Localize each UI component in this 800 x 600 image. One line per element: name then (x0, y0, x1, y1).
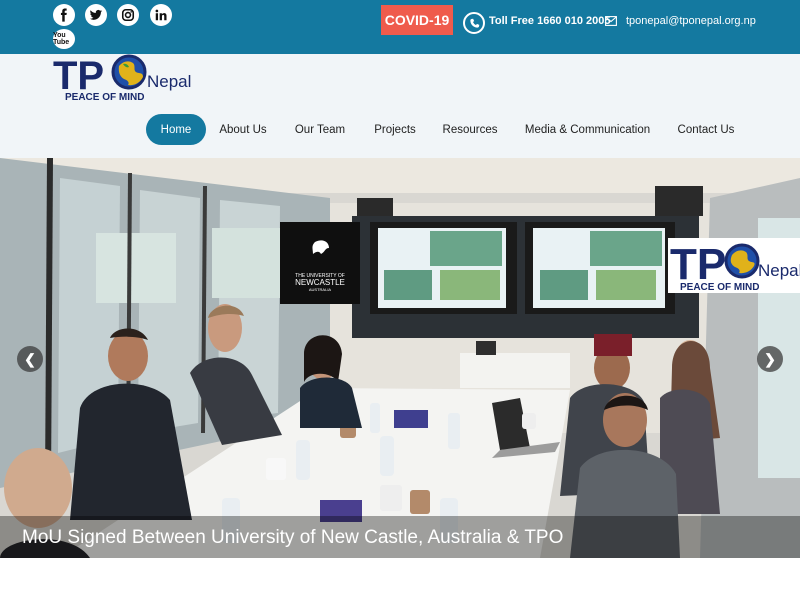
slider-next-arrow[interactable]: ❯ (757, 346, 783, 372)
photo-logo-nepal: Nepal (758, 261, 800, 280)
mail-icon (605, 16, 617, 26)
nav-media-communication[interactable]: Media & Communication (522, 114, 653, 145)
toll-free-number[interactable]: Toll Free 1660 010 2005 (489, 15, 611, 27)
logo-tagline: PEACE OF MIND (65, 92, 144, 103)
email-link[interactable]: tponepal@tponepal.org.np (626, 15, 756, 27)
slider-prev-arrow[interactable]: ❮ (17, 346, 43, 372)
twitter-icon[interactable] (85, 4, 107, 26)
covid-button[interactable]: COVID-19 (381, 5, 453, 35)
youtube-label: You Tube (53, 32, 70, 46)
university-sign-line3: AUSTRALIA (309, 287, 332, 292)
nav-projects[interactable]: Projects (372, 114, 418, 145)
nav-our-team[interactable]: Our Team (291, 114, 349, 145)
facebook-icon[interactable] (53, 4, 75, 26)
linkedin-icon[interactable] (150, 4, 172, 26)
page-bottom (0, 558, 800, 600)
photo-logo-tagline: PEACE OF MIND (680, 282, 759, 293)
hero-photo: THE UNIVERSITY OF NEWCASTLE AUSTRALIA TP… (0, 158, 800, 558)
nav-home[interactable]: Home (146, 114, 206, 145)
university-sign-line2: NEWCASTLE (295, 278, 345, 287)
youtube-icon[interactable]: You Tube (53, 29, 75, 49)
nav-contact-us[interactable]: Contact Us (676, 114, 736, 145)
logo-nepal: Nepal (147, 72, 191, 91)
nav-about-us[interactable]: About Us (216, 114, 270, 145)
tpo-logo[interactable]: TP Nepal PEACE OF MIND (53, 54, 198, 104)
phone-icon (463, 12, 485, 34)
nav-resources[interactable]: Resources (442, 114, 498, 145)
instagram-icon[interactable] (117, 4, 139, 26)
hero-caption[interactable]: MoU Signed Between University of New Cas… (22, 527, 563, 549)
hero-slider: THE UNIVERSITY OF NEWCASTLE AUSTRALIA TP… (0, 158, 800, 558)
